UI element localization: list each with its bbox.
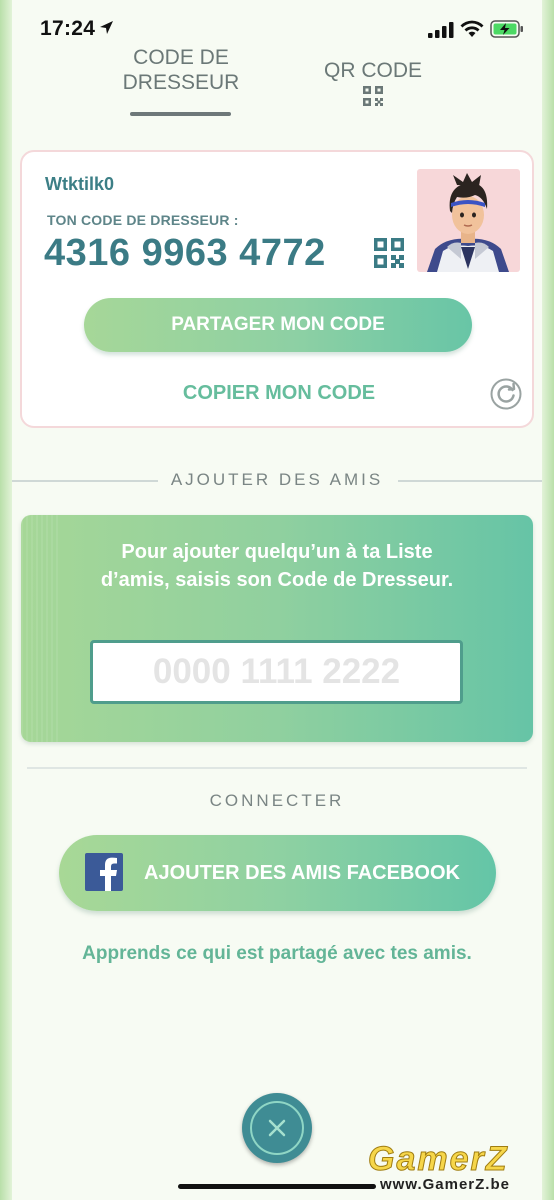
status-time: 17:24 [40,17,96,40]
qr-code-icon[interactable] [363,86,383,106]
trainer-avatar[interactable] [417,169,520,272]
share-code-button[interactable]: PARTAGER MON CODE [84,298,472,352]
connect-title: CONNECTER [209,791,345,810]
add-friends-panel: Pour ajouter quelqu’un à ta Liste d’amis… [21,515,533,742]
trainer-code-card: Wtktilk0 TON CODE DE DRESSEUR : 4316 996… [20,150,534,428]
panel-texture [21,515,61,742]
trainer-code-value: 4316 9963 4772 [44,232,326,274]
divider [27,767,527,769]
add-facebook-friends-label: AJOUTER DES AMIS FACEBOOK [144,862,460,884]
tab-trainer-code-label-line1: CODE DE [133,46,229,69]
learn-more-link[interactable]: Apprends ce qui est partagé avec tes ami… [0,943,554,965]
watermark-logo: GamerZ [368,1140,509,1179]
refresh-icon[interactable] [490,378,522,410]
status-bar: 17:24 [0,0,554,58]
add-friends-title: AJOUTER DES AMIS [170,470,384,489]
avatar-illustration [427,173,509,272]
signal-icon [428,22,454,38]
trainer-username: Wtktilk0 [45,174,115,194]
tab-qr-code[interactable]: QR CODE [316,58,430,83]
add-facebook-friends-button[interactable]: AJOUTER DES AMIS FACEBOOK [59,835,496,911]
qr-code-icon[interactable] [374,238,404,268]
facebook-icon [85,853,123,891]
close-icon [268,1119,286,1137]
trainer-code-label: TON CODE DE DRESSEUR : [47,212,239,228]
close-button[interactable] [242,1093,312,1163]
copy-code-link[interactable]: COPIER MON CODE [22,382,536,405]
home-indicator [178,1184,376,1189]
active-tab-indicator [130,112,231,116]
battery-charging-icon [490,20,523,38]
tab-qr-code-label: QR CODE [323,59,422,82]
wifi-icon [460,20,484,37]
add-friends-instructions: Pour ajouter quelqu’un à ta Liste d’amis… [100,541,454,591]
friend-code-input[interactable] [90,640,463,704]
tab-trainer-code[interactable]: CODE DE DRESSEUR [118,45,244,95]
tab-trainer-code-label-line2: DRESSEUR [122,71,240,94]
watermark-url: www.GamerZ.be [380,1176,510,1193]
location-arrow-icon [100,21,113,34]
